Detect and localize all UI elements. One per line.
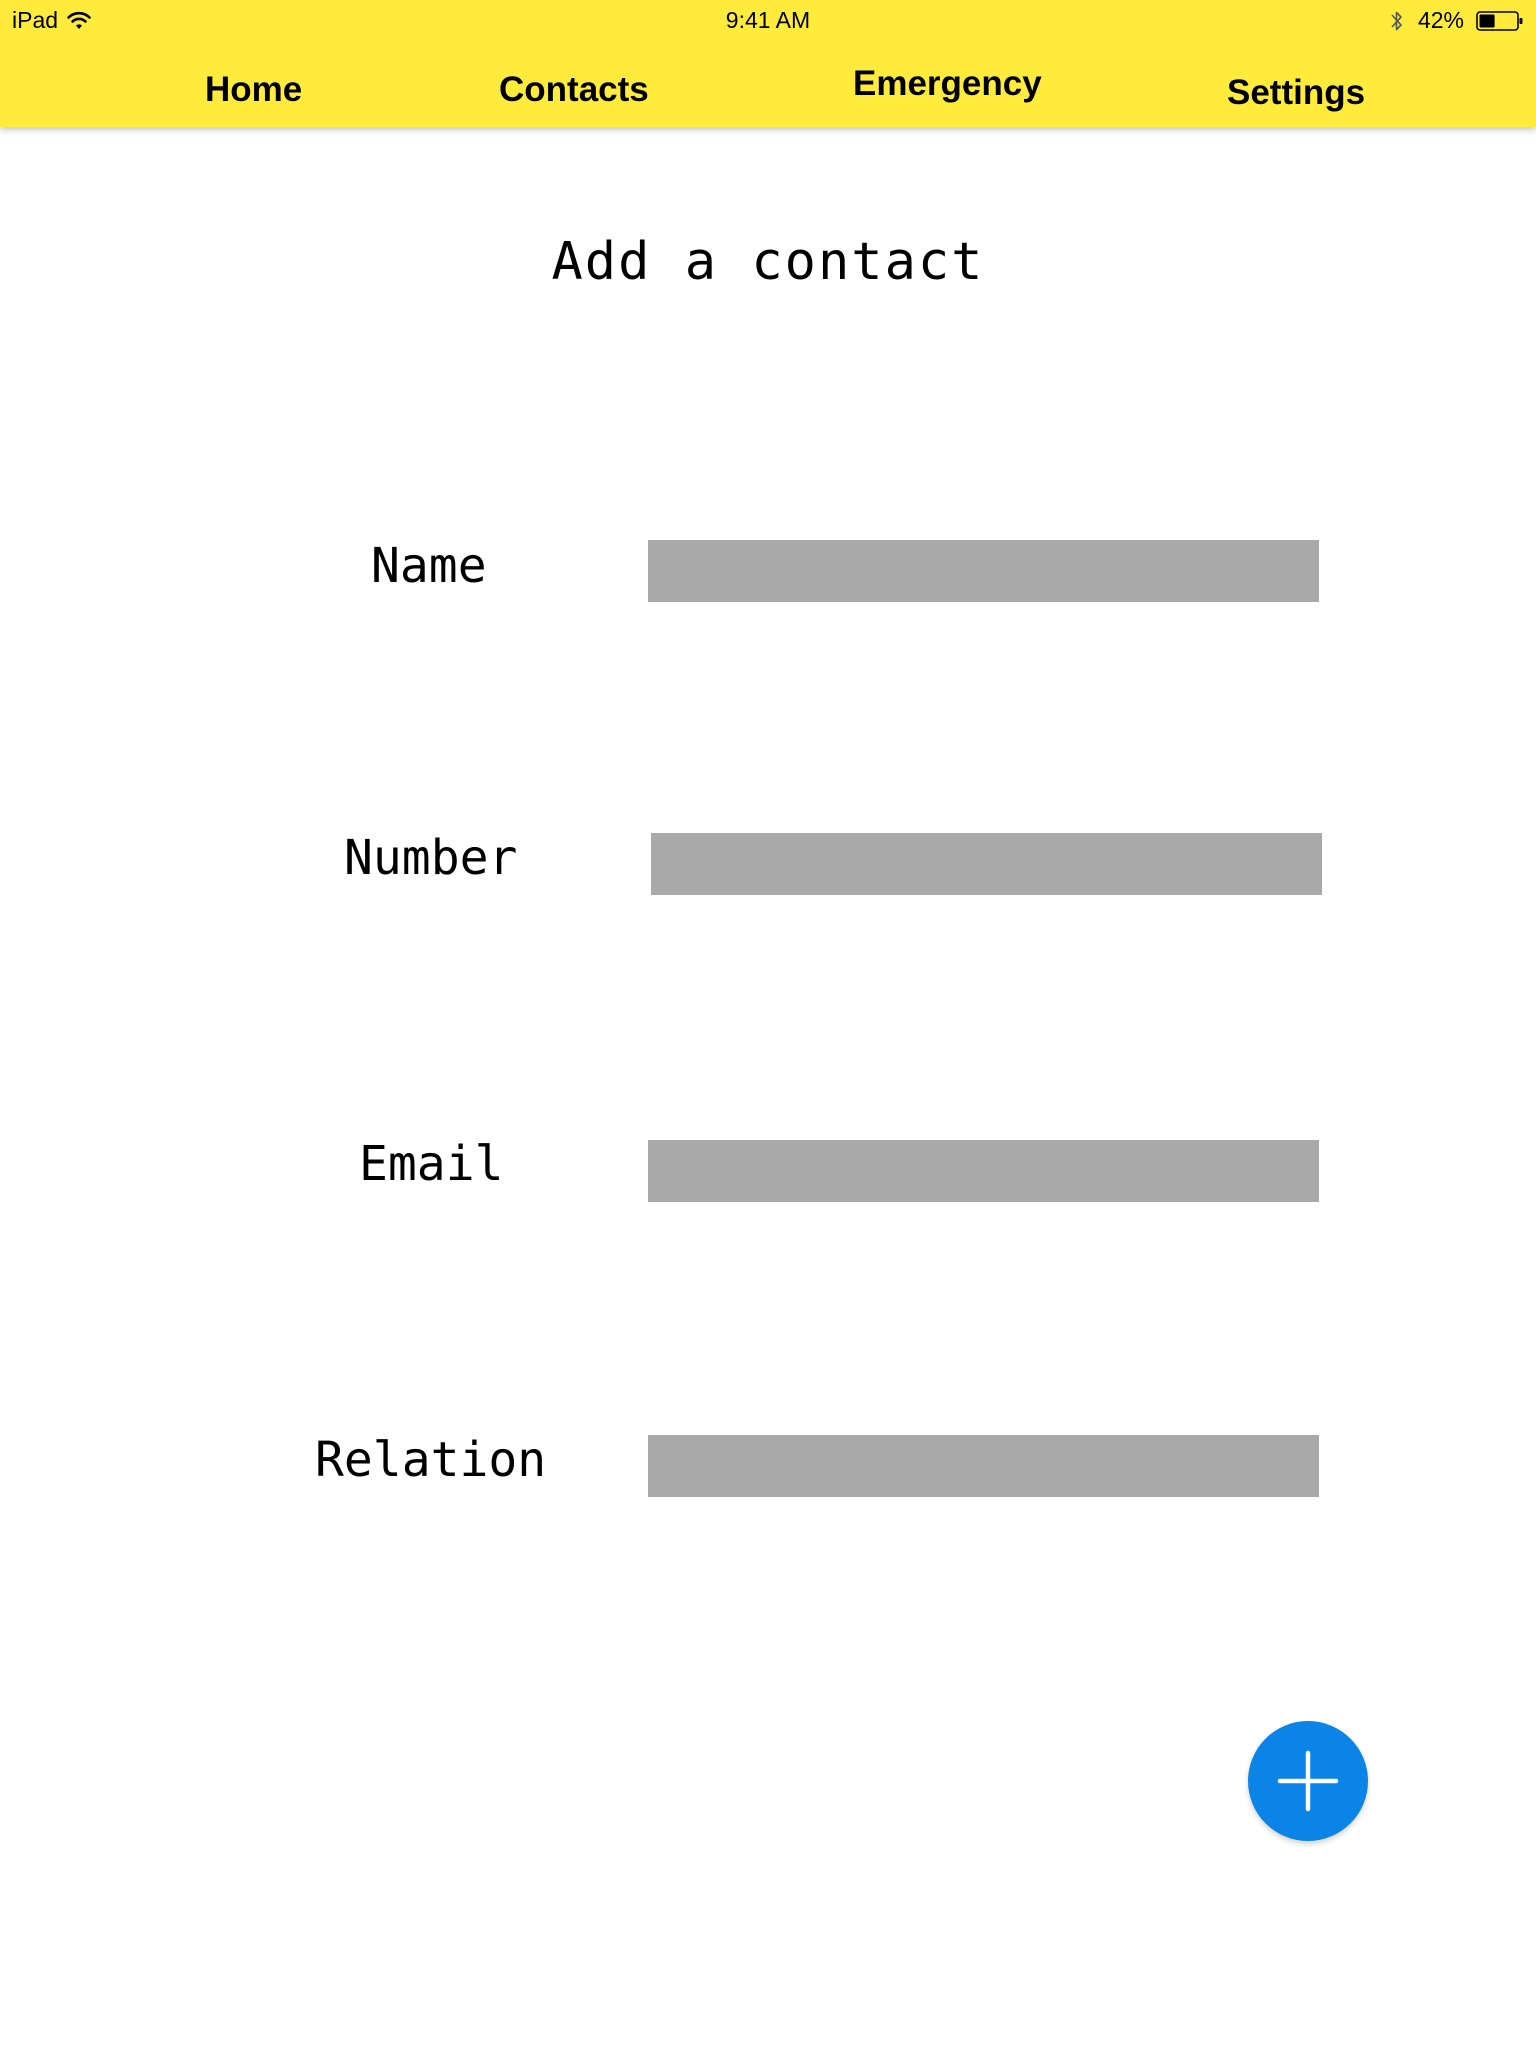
- relation-label: Relation: [315, 1432, 547, 1488]
- add-contact-button[interactable]: [1248, 1721, 1368, 1841]
- name-label: Name: [371, 538, 487, 594]
- email-field[interactable]: [648, 1140, 1319, 1202]
- name-field[interactable]: [648, 540, 1319, 602]
- nav-contacts[interactable]: Contacts: [499, 70, 649, 110]
- page-title: Add a contact: [551, 232, 985, 292]
- nav-emergency[interactable]: Emergency: [853, 64, 1042, 104]
- top-header: iPad 9:41 AM 42% Home Contacts Emergency…: [0, 0, 1536, 127]
- main-nav: Home Contacts Emergency Settings: [0, 0, 1536, 127]
- nav-settings[interactable]: Settings: [1227, 73, 1365, 113]
- email-label: Email: [359, 1136, 504, 1192]
- number-field[interactable]: [651, 833, 1322, 895]
- nav-home[interactable]: Home: [205, 70, 302, 110]
- plus-icon: [1277, 1750, 1339, 1812]
- number-label: Number: [344, 830, 518, 886]
- relation-field[interactable]: [648, 1435, 1319, 1497]
